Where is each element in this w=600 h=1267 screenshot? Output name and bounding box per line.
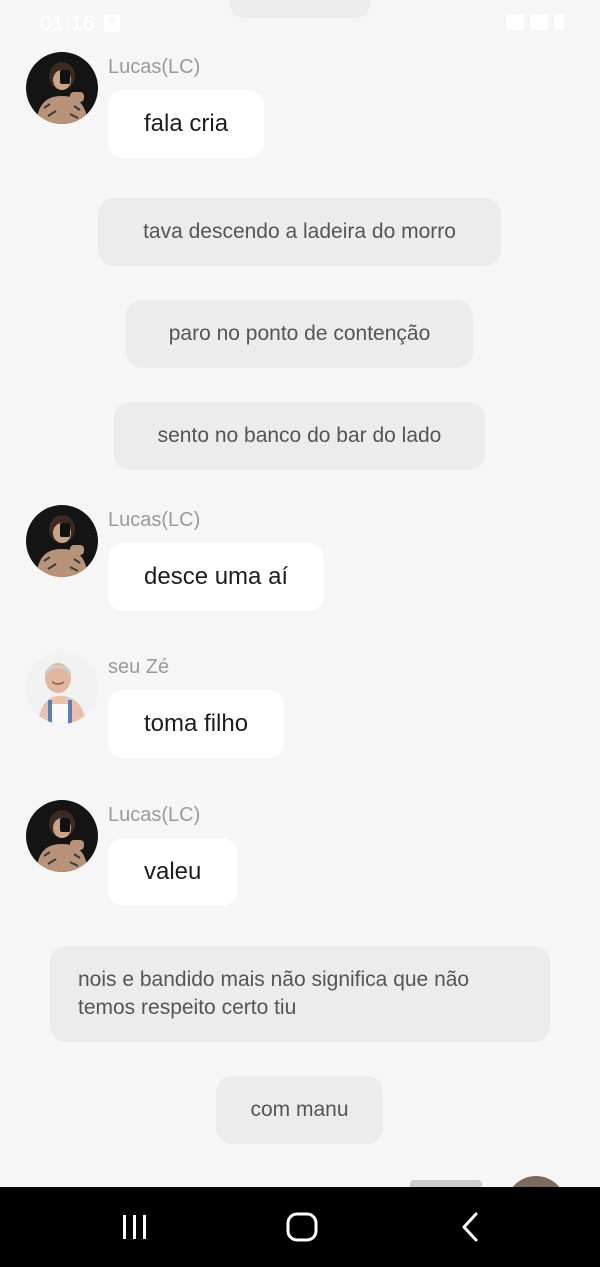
narration-text: nois e bandido mais não significa que nã… (78, 968, 470, 1019)
narration-bubble[interactable]: sento no banco do bar do lado (114, 402, 485, 470)
home-button[interactable] (272, 1207, 332, 1247)
battery-icon (554, 14, 564, 30)
narration-text: paro no ponto de contenção (168, 322, 431, 345)
home-icon (286, 1212, 318, 1242)
lucas-avatar[interactable] (26, 800, 98, 872)
back-button[interactable] (440, 1207, 500, 1247)
seu-ze-avatar[interactable] (26, 652, 98, 724)
status-icons (506, 14, 564, 30)
message-text: valeu (144, 858, 202, 885)
sender-name: Lucas(LC) (108, 56, 201, 78)
narration-text: tava descendo a ladeira do morro (143, 220, 456, 243)
download-icon (104, 14, 120, 32)
message-text: fala cria (144, 110, 229, 137)
sender-name: Lucas(LC) (108, 804, 201, 826)
message-bubble[interactable]: fala cria (108, 90, 265, 158)
recent-apps-button[interactable] (105, 1207, 165, 1247)
message-text: toma filho (144, 710, 249, 737)
lucas-avatar[interactable] (26, 505, 98, 577)
message-bubble[interactable]: valeu (108, 838, 238, 906)
sender-name: Lucas(LC) (108, 509, 201, 531)
narration-bubble[interactable]: tava descendo a ladeira do morro (98, 198, 501, 266)
back-icon (462, 1212, 478, 1242)
signal-icon (530, 14, 548, 30)
narration-bubble[interactable]: nois e bandido mais não significa que nã… (50, 946, 550, 1042)
sender-name: seu Zé (108, 656, 170, 678)
status-time: 01:16 (40, 12, 96, 35)
status-bar: 01:16 (0, 0, 600, 48)
navigation-bar (0, 1187, 600, 1267)
message-bubble[interactable]: toma filho (108, 690, 285, 758)
lucas-avatar[interactable] (26, 52, 98, 124)
narration-bubble[interactable]: paro no ponto de contenção (126, 300, 473, 368)
message-bubble[interactable]: desce uma aí (108, 543, 325, 611)
narration-bubble[interactable]: com manu (216, 1076, 383, 1144)
message-text: desce uma aí (144, 563, 289, 590)
narration-text: com manu (250, 1098, 349, 1121)
recent-apps-icon (123, 1215, 146, 1239)
narration-text: sento no banco do bar do lado (157, 424, 442, 447)
wifi-icon (506, 14, 524, 30)
